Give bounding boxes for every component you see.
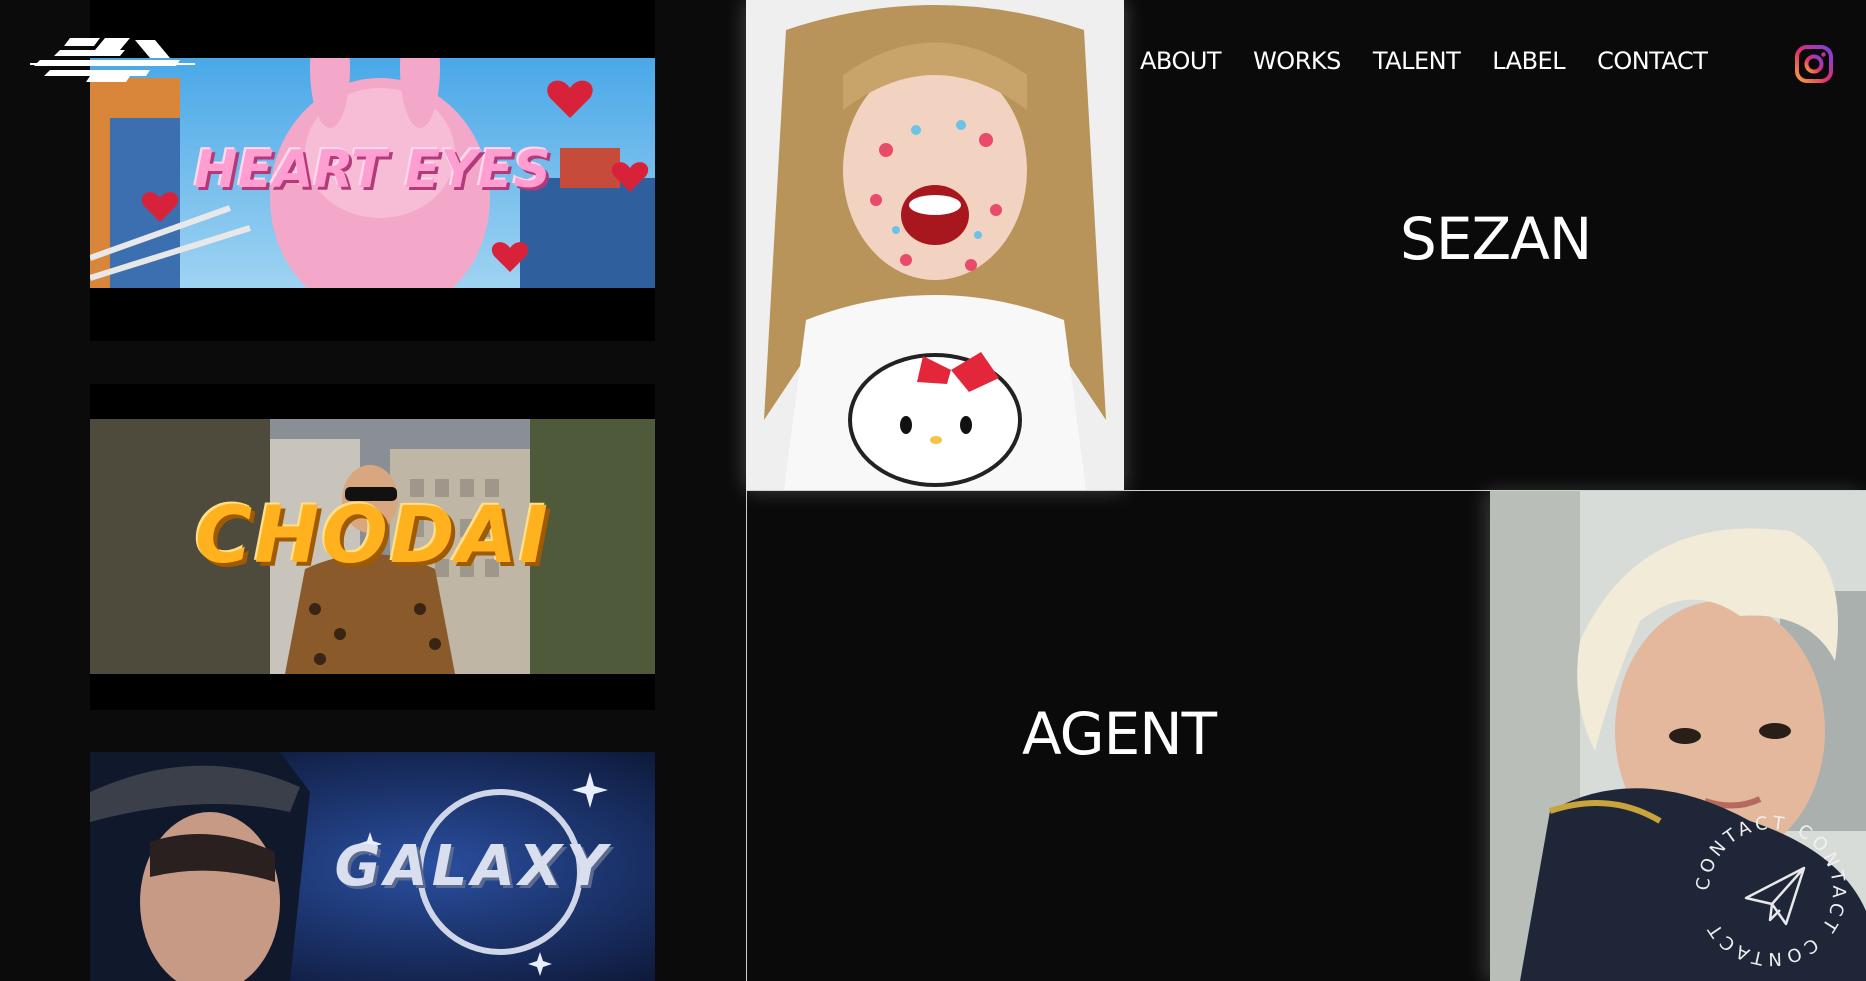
work-thumbnail[interactable]: GALAXY bbox=[90, 752, 655, 981]
contact-badge[interactable]: CONTACT CONTACT CONTACT bbox=[1686, 806, 1856, 976]
work-thumbnail[interactable]: HEART EYES bbox=[90, 58, 655, 288]
work-title: GALAXY bbox=[334, 834, 611, 899]
brand-logo-icon bbox=[30, 38, 195, 82]
nav-talent[interactable]: TALENT bbox=[1373, 44, 1461, 78]
works-list: HEART EYES CHODAI GALAXY bbox=[0, 0, 745, 981]
work-title: CHODAI bbox=[195, 491, 550, 581]
brand-logo[interactable] bbox=[30, 36, 195, 82]
paper-plane-icon bbox=[1744, 866, 1806, 926]
nav-contact[interactable]: CONTACT bbox=[1597, 44, 1708, 78]
main-nav: ABOUT WORKS TALENT LABEL CONTACT bbox=[1140, 44, 1739, 78]
svg-text:CONTACT CONTACT CONTACT: CONTACT CONTACT CONTACT bbox=[1693, 813, 1850, 970]
work-thumbnail[interactable]: CHODAI bbox=[90, 419, 655, 674]
talent-name-sezan[interactable]: SEZAN bbox=[1400, 205, 1592, 273]
work-title: HEART EYES bbox=[194, 140, 551, 200]
nav-label[interactable]: LABEL bbox=[1492, 44, 1565, 78]
instagram-icon bbox=[1795, 45, 1833, 83]
contact-ring-text: CONTACT CONTACT CONTACT bbox=[1693, 813, 1846, 970]
sezan-portrait-image bbox=[746, 0, 1124, 490]
talent-name-agent[interactable]: AGENT bbox=[1022, 700, 1217, 768]
talent-photo-sezan[interactable] bbox=[746, 0, 1124, 490]
page: ABOUT WORKS TALENT LABEL CONTACT HEART E… bbox=[0, 0, 1866, 981]
grid-divider-vertical bbox=[746, 490, 747, 981]
contact-badge-graphic: CONTACT CONTACT CONTACT bbox=[1693, 813, 1850, 970]
work-card-chodai[interactable]: CHODAI bbox=[90, 384, 655, 710]
nav-works[interactable]: WORKS bbox=[1253, 44, 1341, 78]
instagram-link[interactable] bbox=[1794, 44, 1834, 84]
nav-about[interactable]: ABOUT bbox=[1140, 44, 1222, 78]
work-card-galaxy[interactable]: GALAXY bbox=[90, 752, 655, 981]
